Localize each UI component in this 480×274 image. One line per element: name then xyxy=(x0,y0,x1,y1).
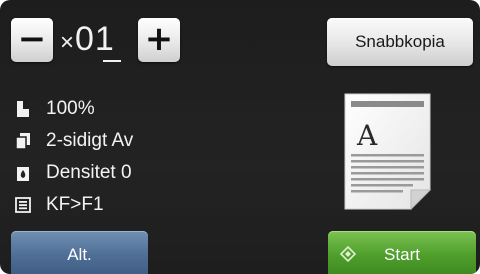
copy-count-value: 01 xyxy=(75,20,115,58)
setting-label: 2-sidigt Av xyxy=(46,130,134,151)
setting-shortcut[interactable]: KF>F1 xyxy=(14,189,133,221)
plus-icon: + xyxy=(144,19,174,59)
start-diamond-icon xyxy=(339,245,357,267)
list-icon xyxy=(14,195,32,215)
setting-label: KF>F1 xyxy=(46,194,104,215)
increase-copies-button[interactable]: + xyxy=(138,18,180,62)
setting-enlarge-reduce[interactable]: 100% xyxy=(14,93,133,125)
duplex-pages-icon xyxy=(14,131,32,151)
setting-label: 100% xyxy=(46,98,95,119)
setting-duplex[interactable]: 2-sidigt Av xyxy=(14,125,133,157)
options-button[interactable]: Alt. xyxy=(11,231,148,274)
density-drop-icon xyxy=(14,163,32,183)
quick-copy-button[interactable]: Snabbkopia xyxy=(327,18,473,66)
start-button[interactable]: Start xyxy=(328,231,476,274)
decrease-copies-button[interactable]: − xyxy=(11,18,53,62)
copy-screen: − × 01 + Snabbkopia 100% 2-sidigt Av Den… xyxy=(0,0,480,274)
setting-density[interactable]: Densitet 0 xyxy=(14,157,133,189)
minus-icon: − xyxy=(17,19,47,59)
start-button-label: Start xyxy=(384,245,420,264)
page-icon xyxy=(14,99,32,119)
document-preview-icon: A xyxy=(343,92,433,212)
copy-count-cursor xyxy=(103,60,121,62)
options-button-label: Alt. xyxy=(67,245,92,264)
copy-multiplier-sign: × xyxy=(60,29,75,56)
preview-letter: A xyxy=(356,119,378,152)
settings-summary: 100% 2-sidigt Av Densitet 0 KF>F1 xyxy=(14,93,133,221)
copy-count-display: × 01 xyxy=(60,20,115,60)
setting-label: Densitet 0 xyxy=(46,162,132,183)
quick-copy-label: Snabbkopia xyxy=(355,32,445,51)
